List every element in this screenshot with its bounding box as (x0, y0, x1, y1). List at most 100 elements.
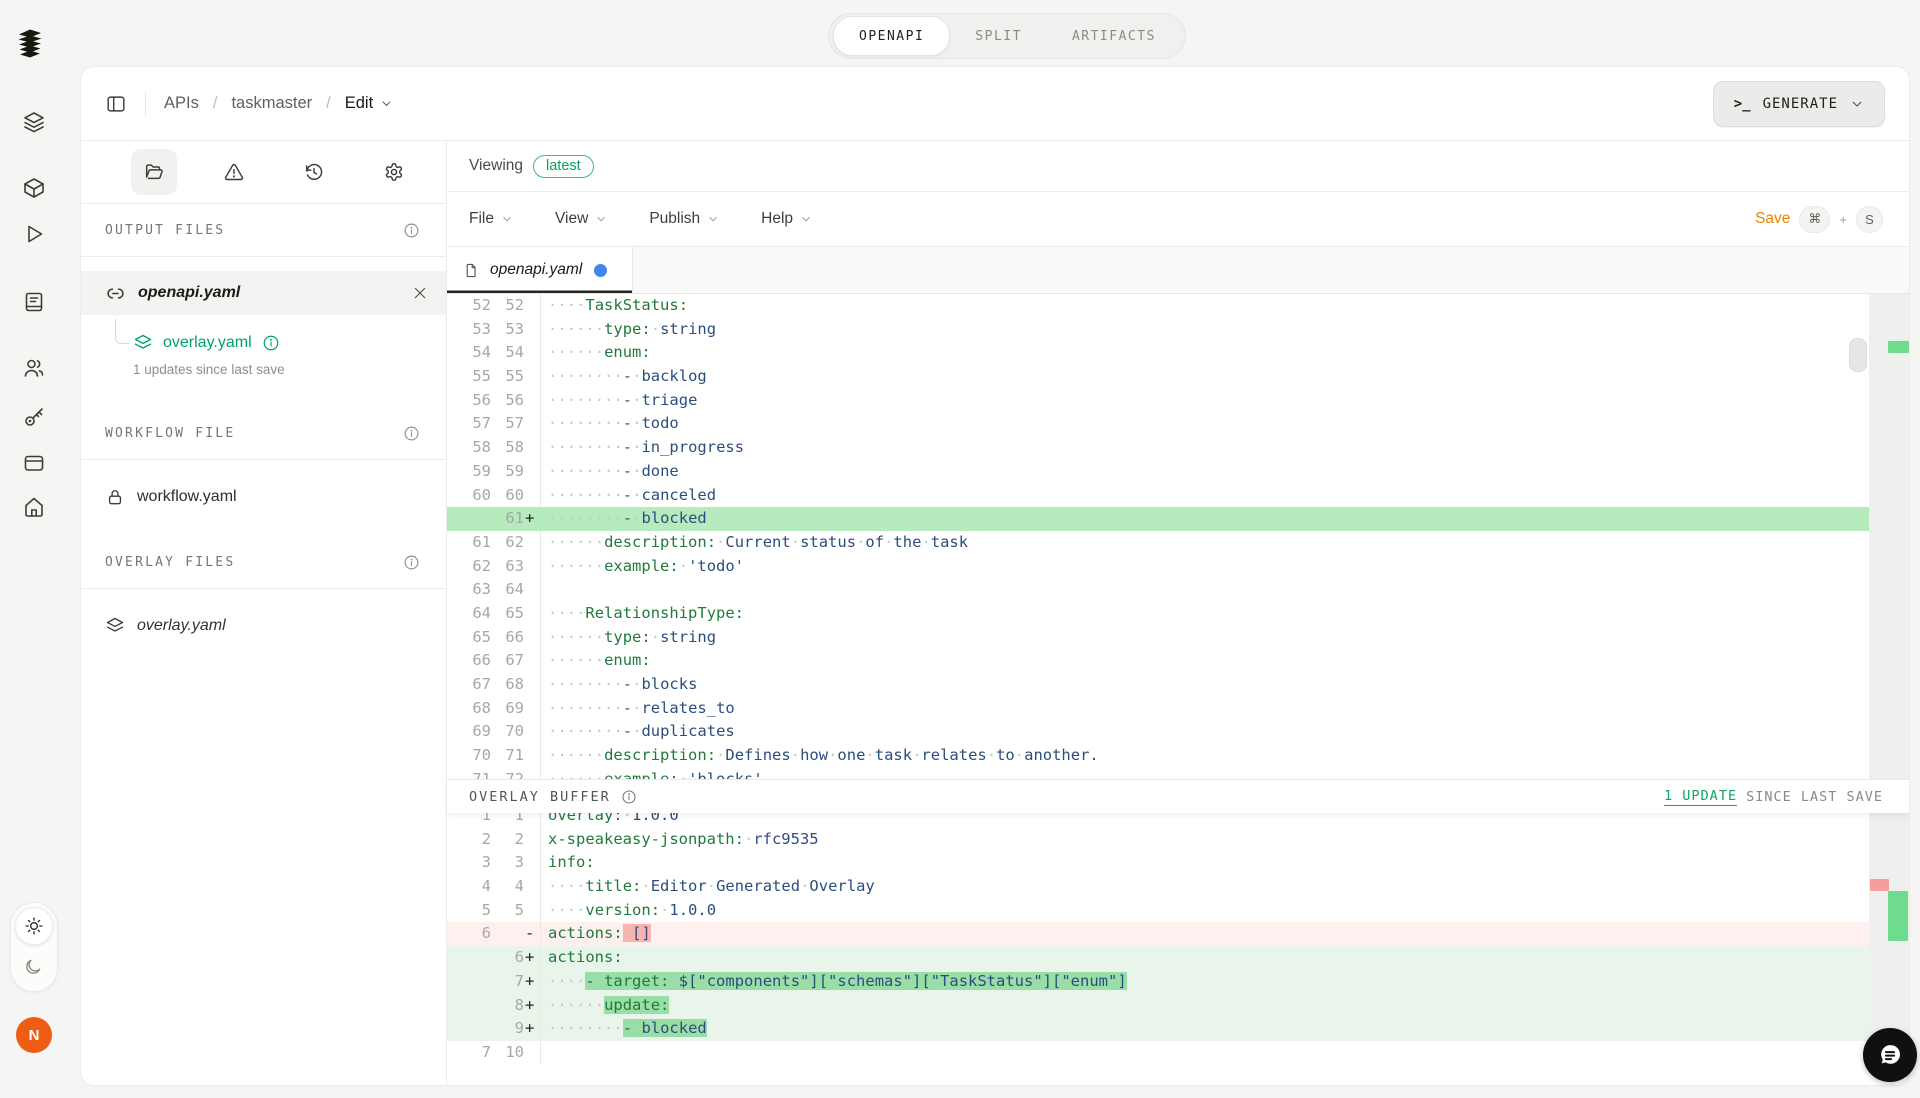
generate-button[interactable]: >_ GENERATE (1713, 81, 1885, 127)
tab-split[interactable]: SPLIT (950, 17, 1047, 55)
file-row-overlay[interactable]: overlay.yaml (81, 603, 446, 649)
updates-link[interactable]: 1 UPDATE (1664, 788, 1737, 806)
chevron-down-icon (380, 97, 393, 110)
theme-toggle (10, 902, 58, 992)
code-line: 710 (447, 1041, 1869, 1065)
added-mark (1888, 341, 1909, 353)
avatar[interactable]: N (16, 1017, 52, 1053)
unsaved-dot-icon (594, 264, 607, 277)
diff-editor: 5252····TaskStatus:5353······type:·strin… (447, 294, 1909, 779)
chevron-down-icon (800, 213, 812, 225)
code-line: 6263······example:·'todo' (447, 555, 1869, 579)
overlay-buffer-title: OVERLAY BUFFER (469, 789, 611, 805)
info-icon[interactable] (403, 222, 420, 239)
code-line: 6-actions:·[] (447, 922, 1869, 946)
tab-openapi[interactable]: OPENAPI (833, 16, 950, 56)
breadcrumb: APIs / taskmaster / Edit (164, 94, 393, 113)
package-icon[interactable] (22, 176, 46, 200)
added-mark (1888, 891, 1908, 941)
file-icon (463, 262, 480, 279)
files-tab[interactable] (131, 149, 177, 195)
code-line: 5454······enum: (447, 341, 1869, 365)
info-icon[interactable] (621, 789, 637, 805)
updates-suffix: SINCE LAST SAVE (1746, 789, 1883, 805)
chat-widget-button[interactable] (1863, 1028, 1917, 1082)
code-line: 8+······update: (447, 994, 1869, 1018)
editor-tab-openapi[interactable]: openapi.yaml (447, 247, 633, 293)
code-line: 5959········-·done (447, 460, 1869, 484)
code-line: 22x-speakeasy-jsonpath:·rfc9535 (447, 828, 1869, 852)
close-icon[interactable] (412, 285, 428, 301)
menu-help[interactable]: Help (761, 210, 812, 228)
menu-publish[interactable]: Publish (649, 210, 719, 228)
tree-child-overlay: overlay.yaml 1 updates since last save (81, 329, 446, 377)
code-line: 5656········-·triage (447, 389, 1869, 413)
history-tab[interactable] (291, 149, 337, 195)
info-icon[interactable] (403, 425, 420, 442)
workflow-file-section: WORKFLOW FILE (81, 407, 446, 460)
billing-icon[interactable] (22, 451, 46, 475)
header-divider (145, 91, 146, 117)
section-label: OUTPUT FILES (105, 223, 225, 238)
file-row-openapi[interactable]: openapi.yaml (81, 271, 446, 315)
code-line: 6465····RelationshipType: (447, 602, 1869, 626)
save-button[interactable]: Save (1755, 210, 1790, 228)
scrollbar-thumb[interactable] (1849, 338, 1867, 372)
file-row-workflow[interactable]: workflow.yaml (81, 474, 446, 520)
speakeasy-logo-icon[interactable] (16, 28, 44, 60)
menu-file[interactable]: File (469, 210, 513, 228)
overlay-buffer-editor: 11overlay:·1.0.022x-speakeasy-jsonpath:·… (447, 813, 1909, 1065)
overlay-buffer-header: OVERLAY BUFFER 1 UPDATE SINCE LAST SAVE (447, 779, 1909, 813)
output-files-section: OUTPUT FILES (81, 204, 446, 257)
problems-tab[interactable] (211, 149, 257, 195)
card-header: APIs / taskmaster / Edit >_ GENERATE (81, 67, 1909, 141)
breadcrumb-sep: / (213, 94, 218, 113)
code-line: 5555········-·backlog (447, 365, 1869, 389)
code-line: 5858········-·in_progress (447, 436, 1869, 460)
removed-mark (1870, 879, 1889, 891)
menu-view[interactable]: View (555, 210, 607, 228)
tree-elbow (115, 319, 129, 344)
code-line: 6+actions: (447, 946, 1869, 970)
code-line: 33info: (447, 851, 1869, 875)
users-icon[interactable] (22, 356, 46, 380)
layers-icon[interactable] (22, 110, 46, 134)
code-line: 6060········-·canceled (447, 484, 1869, 508)
code-line: 11overlay:·1.0.0 (447, 813, 1869, 828)
viewing-bar: Viewing latest (447, 141, 1909, 192)
code-line: 44····title:·Editor·Generated·Overlay (447, 875, 1869, 899)
linked-icon (105, 283, 126, 304)
chevron-down-icon (1850, 97, 1864, 111)
file-tree-panel: OUTPUT FILES openapi.yaml overlay.ya (81, 141, 447, 1085)
code-line: 6970········-·duplicates (447, 720, 1869, 744)
tab-artifacts[interactable]: ARTIFACTS (1047, 17, 1181, 55)
chevron-down-icon (707, 213, 719, 225)
file-name: overlay.yaml (137, 617, 226, 635)
docs-icon[interactable] (22, 290, 46, 314)
info-icon[interactable] (403, 554, 420, 571)
layers-icon (105, 616, 125, 636)
light-mode-button[interactable] (15, 907, 53, 945)
breadcrumb-edit-menu[interactable]: Edit (345, 94, 393, 113)
editor-pane: Viewing latest File View Publish Help (447, 141, 1909, 1085)
code-line: 6566······type:·string (447, 626, 1869, 650)
view-mode-tabs: OPENAPI SPLIT ARTIFACTS (828, 13, 1186, 59)
info-icon[interactable] (262, 334, 280, 352)
home-icon[interactable] (22, 495, 46, 519)
file-row-overlay-child[interactable]: overlay.yaml (81, 329, 446, 357)
breadcrumb-sep: / (326, 94, 331, 113)
editor-tab-strip: openapi.yaml (447, 247, 1909, 294)
terminal-icon: >_ (1734, 96, 1751, 112)
code-line: 9+········-·blocked (447, 1017, 1869, 1041)
breadcrumb-apis[interactable]: APIs (164, 94, 199, 113)
settings-tab[interactable] (371, 149, 417, 195)
panel-toggle-icon[interactable] (105, 93, 127, 115)
api-keys-icon[interactable] (22, 405, 46, 429)
run-icon[interactable] (22, 222, 46, 246)
version-badge[interactable]: latest (533, 155, 594, 178)
section-label: WORKFLOW FILE (105, 426, 235, 441)
dark-mode-button[interactable] (15, 949, 51, 985)
tab-file-name: openapi.yaml (490, 261, 582, 279)
breadcrumb-project[interactable]: taskmaster (231, 94, 312, 113)
speakeasy-editor-app: { "topbar": { "tabs": [ {"label": "OPENA… (0, 0, 1920, 1098)
